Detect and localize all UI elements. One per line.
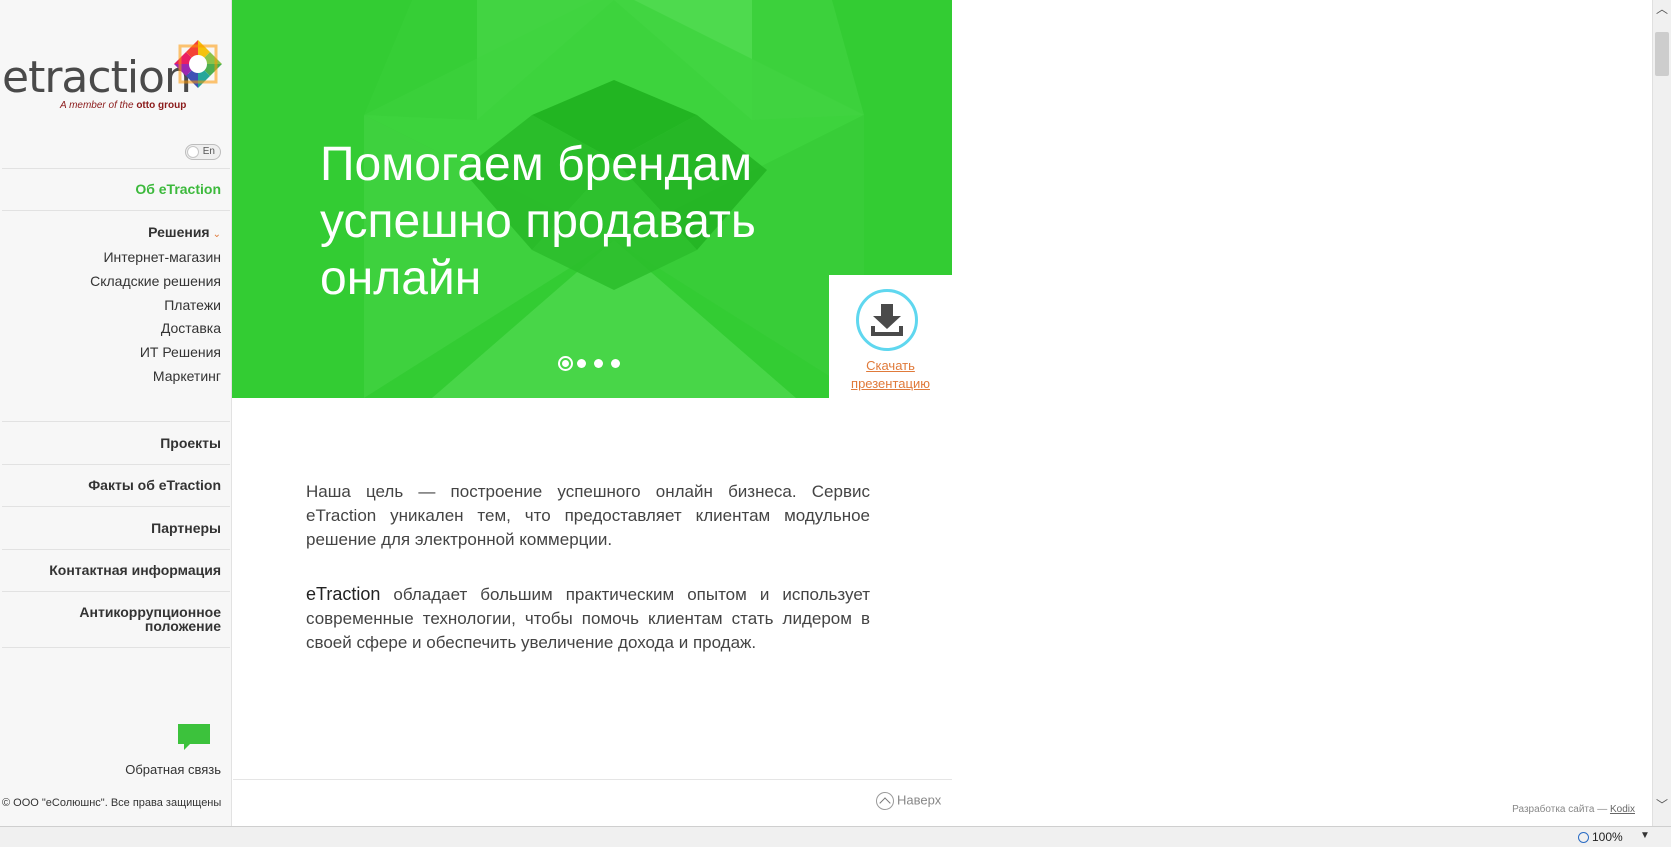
hero-slider: Помогаем брендам успешно продавать онлай… xyxy=(232,0,952,398)
download-button[interactable] xyxy=(856,289,918,351)
logo-tagline: A member of the otto group xyxy=(60,100,186,111)
nav-item-contacts[interactable]: Контактная информация xyxy=(49,562,221,578)
back-to-top-label: Наверх xyxy=(897,792,942,808)
chevron-down-icon: ⌄ xyxy=(212,229,221,240)
intro-paragraph-2-text: обладает большим практическим опытом и и… xyxy=(306,585,870,652)
scroll-thumb[interactable] xyxy=(1655,32,1669,76)
feedback-link[interactable]: Обратная связь xyxy=(125,762,221,777)
nav-item-solutions[interactable]: Решения ⌄ xyxy=(148,224,221,240)
nav-item-anticorruption[interactable]: Антикоррупционное положение xyxy=(79,605,221,633)
zoom-magnifier-icon xyxy=(1578,832,1589,843)
browser-status-bar: 100% ▼ xyxy=(0,826,1671,847)
chevron-up-icon xyxy=(876,792,894,810)
nav-item-projects[interactable]: Проекты xyxy=(160,435,221,451)
nav-subitem-ecommerce[interactable]: Интернет-магазин xyxy=(103,249,221,265)
logo-tag-brand: otto group xyxy=(136,100,187,111)
etraction-logo[interactable]: etraction A member of the otto group xyxy=(2,38,224,118)
footer-divider xyxy=(233,779,952,780)
back-to-top-link[interactable]: Наверх xyxy=(876,792,941,810)
nav-subitem-payments[interactable]: Платежи xyxy=(164,297,221,313)
nav-divider xyxy=(2,168,230,169)
dev-credit-prefix: Разработка сайта — xyxy=(1512,804,1610,815)
developer-link[interactable]: Kodix xyxy=(1610,804,1635,815)
download-icon xyxy=(871,304,903,336)
slider-dot-2[interactable] xyxy=(577,359,586,368)
nav-divider xyxy=(2,506,230,507)
nav-item-about[interactable]: Об eTraction xyxy=(135,181,221,197)
scroll-down-arrow-icon[interactable]: ﹀ xyxy=(1653,796,1671,814)
download-line2: презентацию xyxy=(851,376,930,391)
slider-dot-4[interactable] xyxy=(611,359,620,368)
slider-dot-1[interactable] xyxy=(558,356,573,371)
language-label: En xyxy=(202,146,215,157)
hero-title: Помогаем брендам успешно продавать онлай… xyxy=(320,136,756,307)
logo-wordmark: etraction xyxy=(2,52,192,103)
hero-title-line: Помогаем брендам xyxy=(320,138,753,191)
hero-title-line: онлайн xyxy=(320,252,482,305)
logo-tag-prefix: A member of the xyxy=(60,100,137,111)
nav-item-partners[interactable]: Партнеры xyxy=(151,520,221,536)
logo-mark-icon xyxy=(174,40,222,88)
nav-subitem-marketing[interactable]: Маркетинг xyxy=(153,368,221,384)
chat-bubble-icon[interactable] xyxy=(176,722,212,752)
zoom-level: 100% xyxy=(1592,830,1623,844)
zoom-control[interactable]: 100% xyxy=(1578,830,1623,844)
nav-item-facts[interactable]: Факты об eTraction xyxy=(88,477,221,493)
nav-divider xyxy=(2,591,230,592)
intro-text: Наша цель — построение успешного онлайн … xyxy=(306,480,870,685)
nav-divider xyxy=(2,464,230,465)
nav-divider xyxy=(2,549,230,550)
download-presentation[interactable]: Скачать презентацию xyxy=(829,275,952,398)
nav-solutions-label: Решения xyxy=(148,224,210,240)
download-presentation-link[interactable]: Скачать презентацию xyxy=(829,357,952,393)
intro-paragraph-1: Наша цель — построение успешного онлайн … xyxy=(306,482,870,549)
intro-paragraph-2: eTraction обладает большим практическим … xyxy=(306,582,870,655)
vertical-scrollbar[interactable]: ︿ ﹀ xyxy=(1652,0,1671,826)
anticorruption-line2: положение xyxy=(144,618,221,634)
nav-divider xyxy=(2,647,230,648)
download-line1: Скачать xyxy=(866,358,915,373)
nav-subitem-delivery[interactable]: Доставка xyxy=(161,320,221,336)
brand-name: eTraction xyxy=(306,584,381,604)
sidebar: etraction A member of the otto group En … xyxy=(0,0,232,826)
zoom-dropdown-icon[interactable]: ▼ xyxy=(1640,830,1650,841)
nav-subitem-warehouse[interactable]: Складские решения xyxy=(90,273,221,289)
language-toggle[interactable]: En xyxy=(185,144,221,160)
developer-credit: Разработка сайта — Kodix xyxy=(1512,804,1635,815)
copyright-text: © ООО "еСолюшнс". Все права защищены xyxy=(2,797,222,809)
hero-title-line: успешно продавать xyxy=(320,195,756,248)
slider-dot-3[interactable] xyxy=(594,359,603,368)
nav-subitem-it[interactable]: ИТ Решения xyxy=(140,344,221,360)
scroll-up-arrow-icon[interactable]: ︿ xyxy=(1653,0,1671,18)
nav-divider xyxy=(2,421,230,422)
toggle-knob xyxy=(187,146,199,158)
nav-divider xyxy=(2,210,230,211)
